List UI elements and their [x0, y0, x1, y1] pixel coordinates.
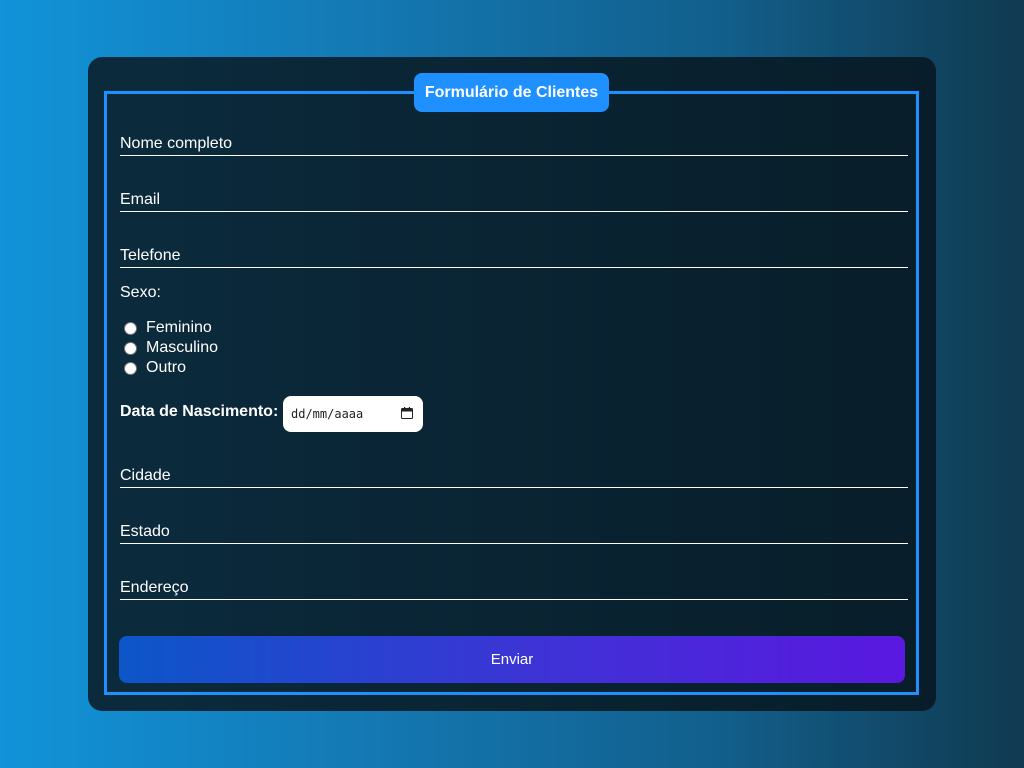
radio-circle-icon[interactable] [124, 321, 137, 335]
data-nascimento-label: Data de Nascimento: [120, 403, 279, 420]
radio-outro[interactable]: Outro [124, 358, 186, 378]
radio-circle-icon[interactable] [124, 361, 137, 375]
cidade-input[interactable]: Cidade [120, 466, 908, 488]
form-fieldset [104, 91, 919, 695]
enviar-button[interactable]: Enviar [119, 636, 905, 683]
date-placeholder: dd/mm/aaaa [291, 407, 364, 421]
calendar-icon[interactable] [401, 407, 413, 419]
sexo-label: Sexo: [120, 284, 161, 301]
radio-label-outro: Outro [146, 359, 187, 376]
nome-completo-input[interactable]: Nome completo [120, 134, 908, 156]
data-nascimento-input[interactable]: dd/mm/aaaa [283, 396, 423, 432]
radio-masculino[interactable]: Masculino [124, 338, 218, 358]
radio-circle-icon[interactable] [124, 341, 137, 355]
telefone-input[interactable]: Telefone [120, 246, 908, 268]
radio-label-masculino: Masculino [146, 339, 219, 356]
radio-feminino[interactable]: Feminino [124, 318, 212, 338]
email-input[interactable]: Email [120, 190, 908, 212]
form-card: Formulário de Clientes Nome completo Ema… [88, 57, 936, 711]
radio-label-feminino: Feminino [146, 319, 212, 336]
estado-input[interactable]: Estado [120, 522, 908, 544]
endereco-input[interactable]: Endereço [120, 578, 908, 600]
form-title: Formulário de Clientes [414, 73, 609, 112]
